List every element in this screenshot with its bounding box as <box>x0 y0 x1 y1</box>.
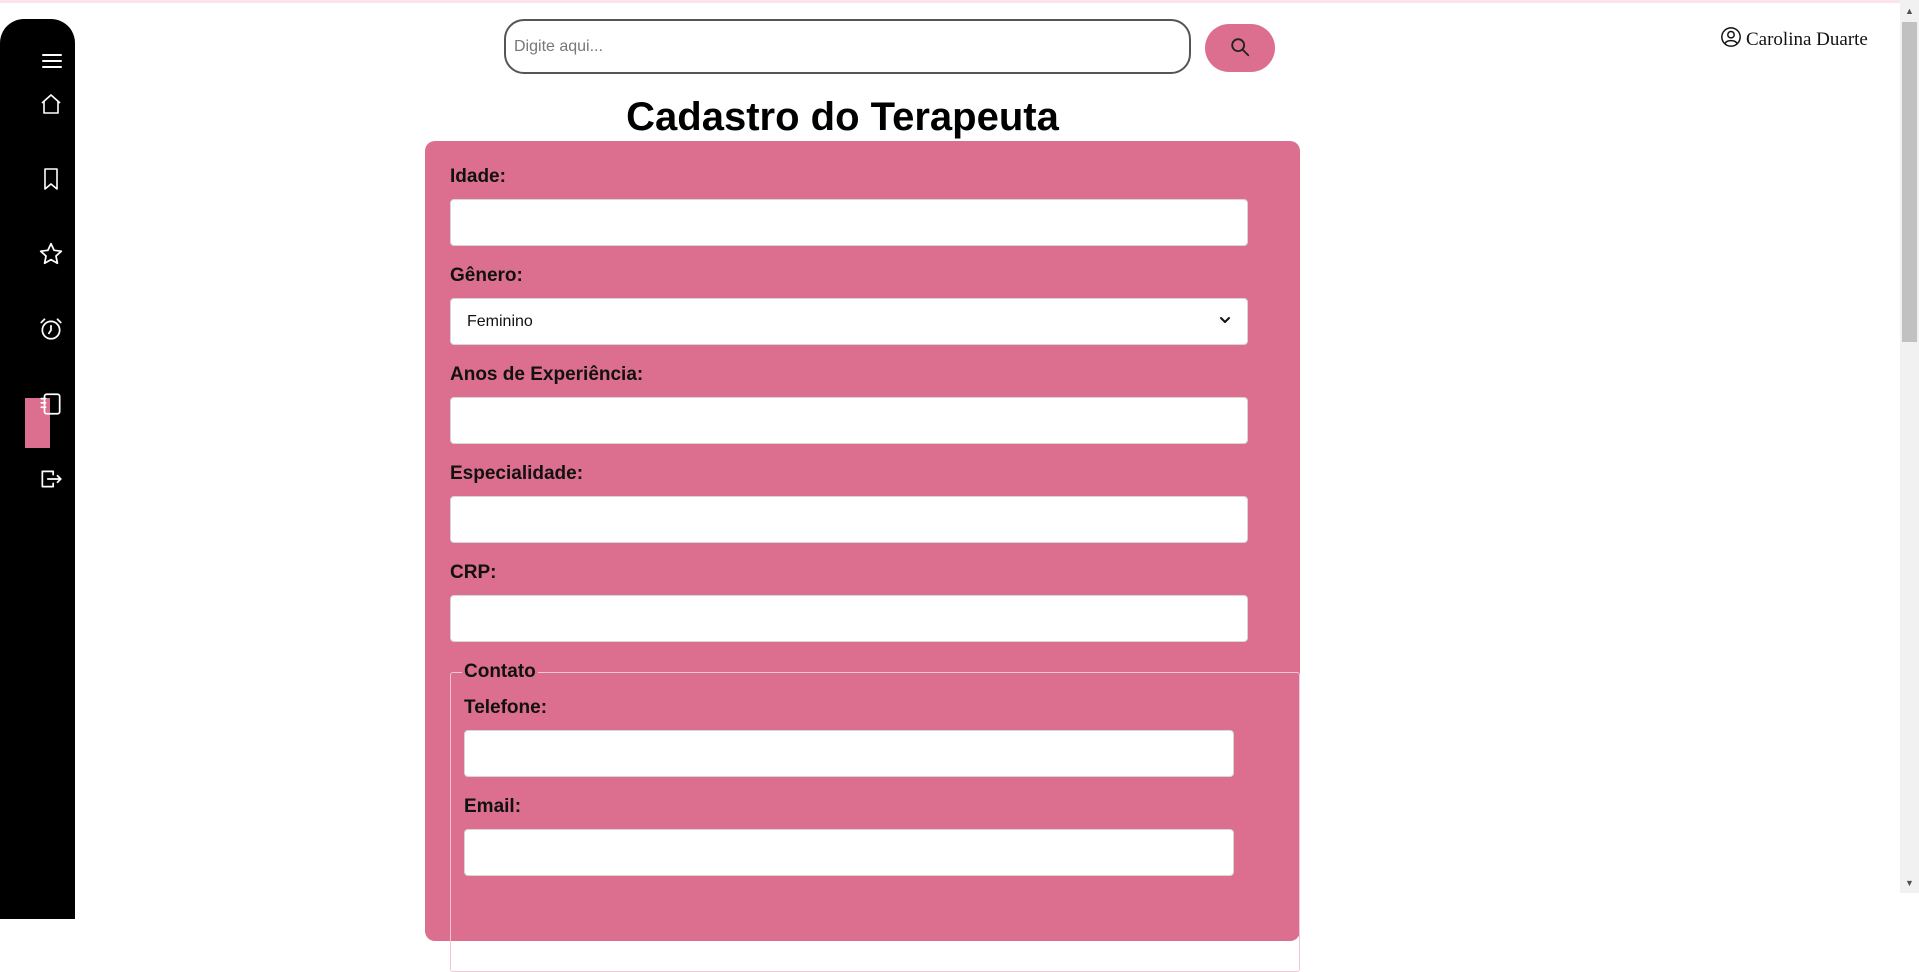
menu-icon[interactable] <box>32 41 72 81</box>
chevron-down-icon <box>1219 313 1231 331</box>
scroll-down-arrow-icon[interactable]: ▼ <box>1900 874 1919 891</box>
bookmark-icon[interactable] <box>31 159 71 199</box>
search-input[interactable] <box>504 19 1191 74</box>
crp-label: CRP: <box>450 562 497 583</box>
user-profile[interactable]: Carolina Duarte <box>1720 26 1868 53</box>
contato-legend: Contato <box>462 661 538 683</box>
anos-experiencia-label: Anos de Experiência: <box>450 364 644 385</box>
page-title: Cadastro do Terapeuta <box>626 95 1059 139</box>
genero-select[interactable]: Feminino <box>450 298 1248 345</box>
genero-selected-value: Feminino <box>467 312 533 330</box>
search-icon <box>1229 36 1251 61</box>
search-button[interactable] <box>1205 24 1275 72</box>
user-circle-icon <box>1720 26 1742 53</box>
especialidade-field[interactable] <box>450 496 1248 543</box>
genero-label: Gênero: <box>450 265 523 286</box>
alarm-icon[interactable] <box>31 309 71 349</box>
crp-field[interactable] <box>450 595 1248 642</box>
scroll-up-arrow-icon[interactable]: ▲ <box>1900 2 1919 19</box>
telefone-field[interactable] <box>464 730 1234 777</box>
idade-field[interactable] <box>450 199 1248 246</box>
email-field[interactable] <box>464 829 1234 876</box>
home-icon[interactable] <box>31 84 71 124</box>
sidebar <box>0 19 75 919</box>
anos-experiencia-field[interactable] <box>450 397 1248 444</box>
scroll-thumb[interactable] <box>1902 22 1917 342</box>
email-label: Email: <box>464 796 522 817</box>
idade-label: Idade: <box>450 166 506 187</box>
user-name: Carolina Duarte <box>1746 28 1868 50</box>
therapist-form: Idade: Gênero: Feminino Anos de Experiên… <box>425 141 1300 972</box>
especialidade-label: Especialidade: <box>450 463 584 484</box>
telefone-label: Telefone: <box>464 697 548 718</box>
contato-fieldset <box>450 672 1300 972</box>
notebook-icon[interactable] <box>31 384 71 424</box>
page-scrollbar[interactable]: ▲ ▼ <box>1900 0 1919 893</box>
top-accent-line <box>0 0 1919 3</box>
logout-icon[interactable] <box>31 459 71 499</box>
star-icon[interactable] <box>31 234 71 274</box>
